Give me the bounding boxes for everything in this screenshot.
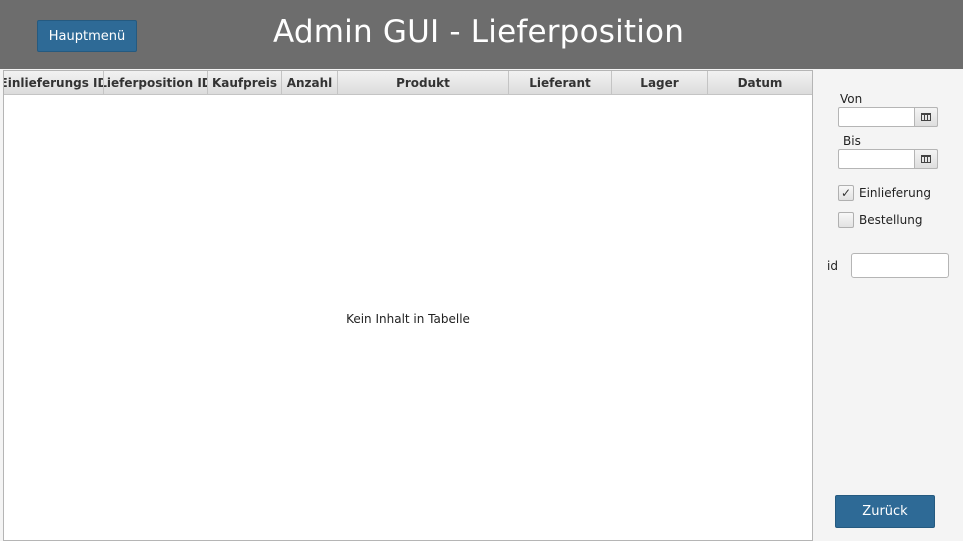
table-header: Einlieferungs ID Lieferposition ID Kaufp… [4, 71, 812, 95]
column-header-lieferposition-id[interactable]: Lieferposition ID [104, 71, 208, 95]
delivery-position-table[interactable]: Einlieferungs ID Lieferposition ID Kaufp… [3, 70, 813, 541]
main-menu-button[interactable]: Hauptmenü [37, 20, 137, 52]
id-field[interactable] [851, 253, 949, 278]
empty-table-placeholder: Kein Inhalt in Tabelle [346, 312, 470, 326]
to-date-picker-button[interactable] [914, 149, 938, 169]
filter-panel [813, 69, 963, 541]
checkmark-icon: ✓ [840, 186, 852, 200]
column-header-anzahl[interactable]: Anzahl [282, 71, 338, 95]
column-header-produkt[interactable]: Produkt [338, 71, 509, 95]
calendar-icon [921, 155, 931, 163]
bestellung-checkbox[interactable] [838, 212, 854, 228]
id-label: id [827, 259, 838, 273]
calendar-icon [921, 113, 931, 121]
einlieferung-label[interactable]: Einlieferung [859, 186, 931, 200]
back-button[interactable]: Zurück [835, 495, 935, 528]
bestellung-label[interactable]: Bestellung [859, 213, 922, 227]
einlieferung-checkbox[interactable]: ✓ [838, 185, 854, 201]
column-header-einlieferungs-id[interactable]: Einlieferungs ID [4, 71, 104, 95]
page-title: Admin GUI - Lieferposition [273, 14, 685, 50]
to-date-label: Bis [843, 134, 861, 148]
column-header-lieferant[interactable]: Lieferant [509, 71, 612, 95]
header-bar: Hauptmenü Admin GUI - Lieferposition [0, 0, 963, 69]
column-header-kaufpreis[interactable]: Kaufpreis [208, 71, 282, 95]
column-header-datum[interactable]: Datum [708, 71, 812, 95]
admin-window: Hauptmenü Admin GUI - Lieferposition Ein… [0, 0, 963, 541]
from-date-picker-button[interactable] [914, 107, 938, 127]
from-date-label: Von [840, 92, 863, 106]
column-header-lager[interactable]: Lager [612, 71, 708, 95]
